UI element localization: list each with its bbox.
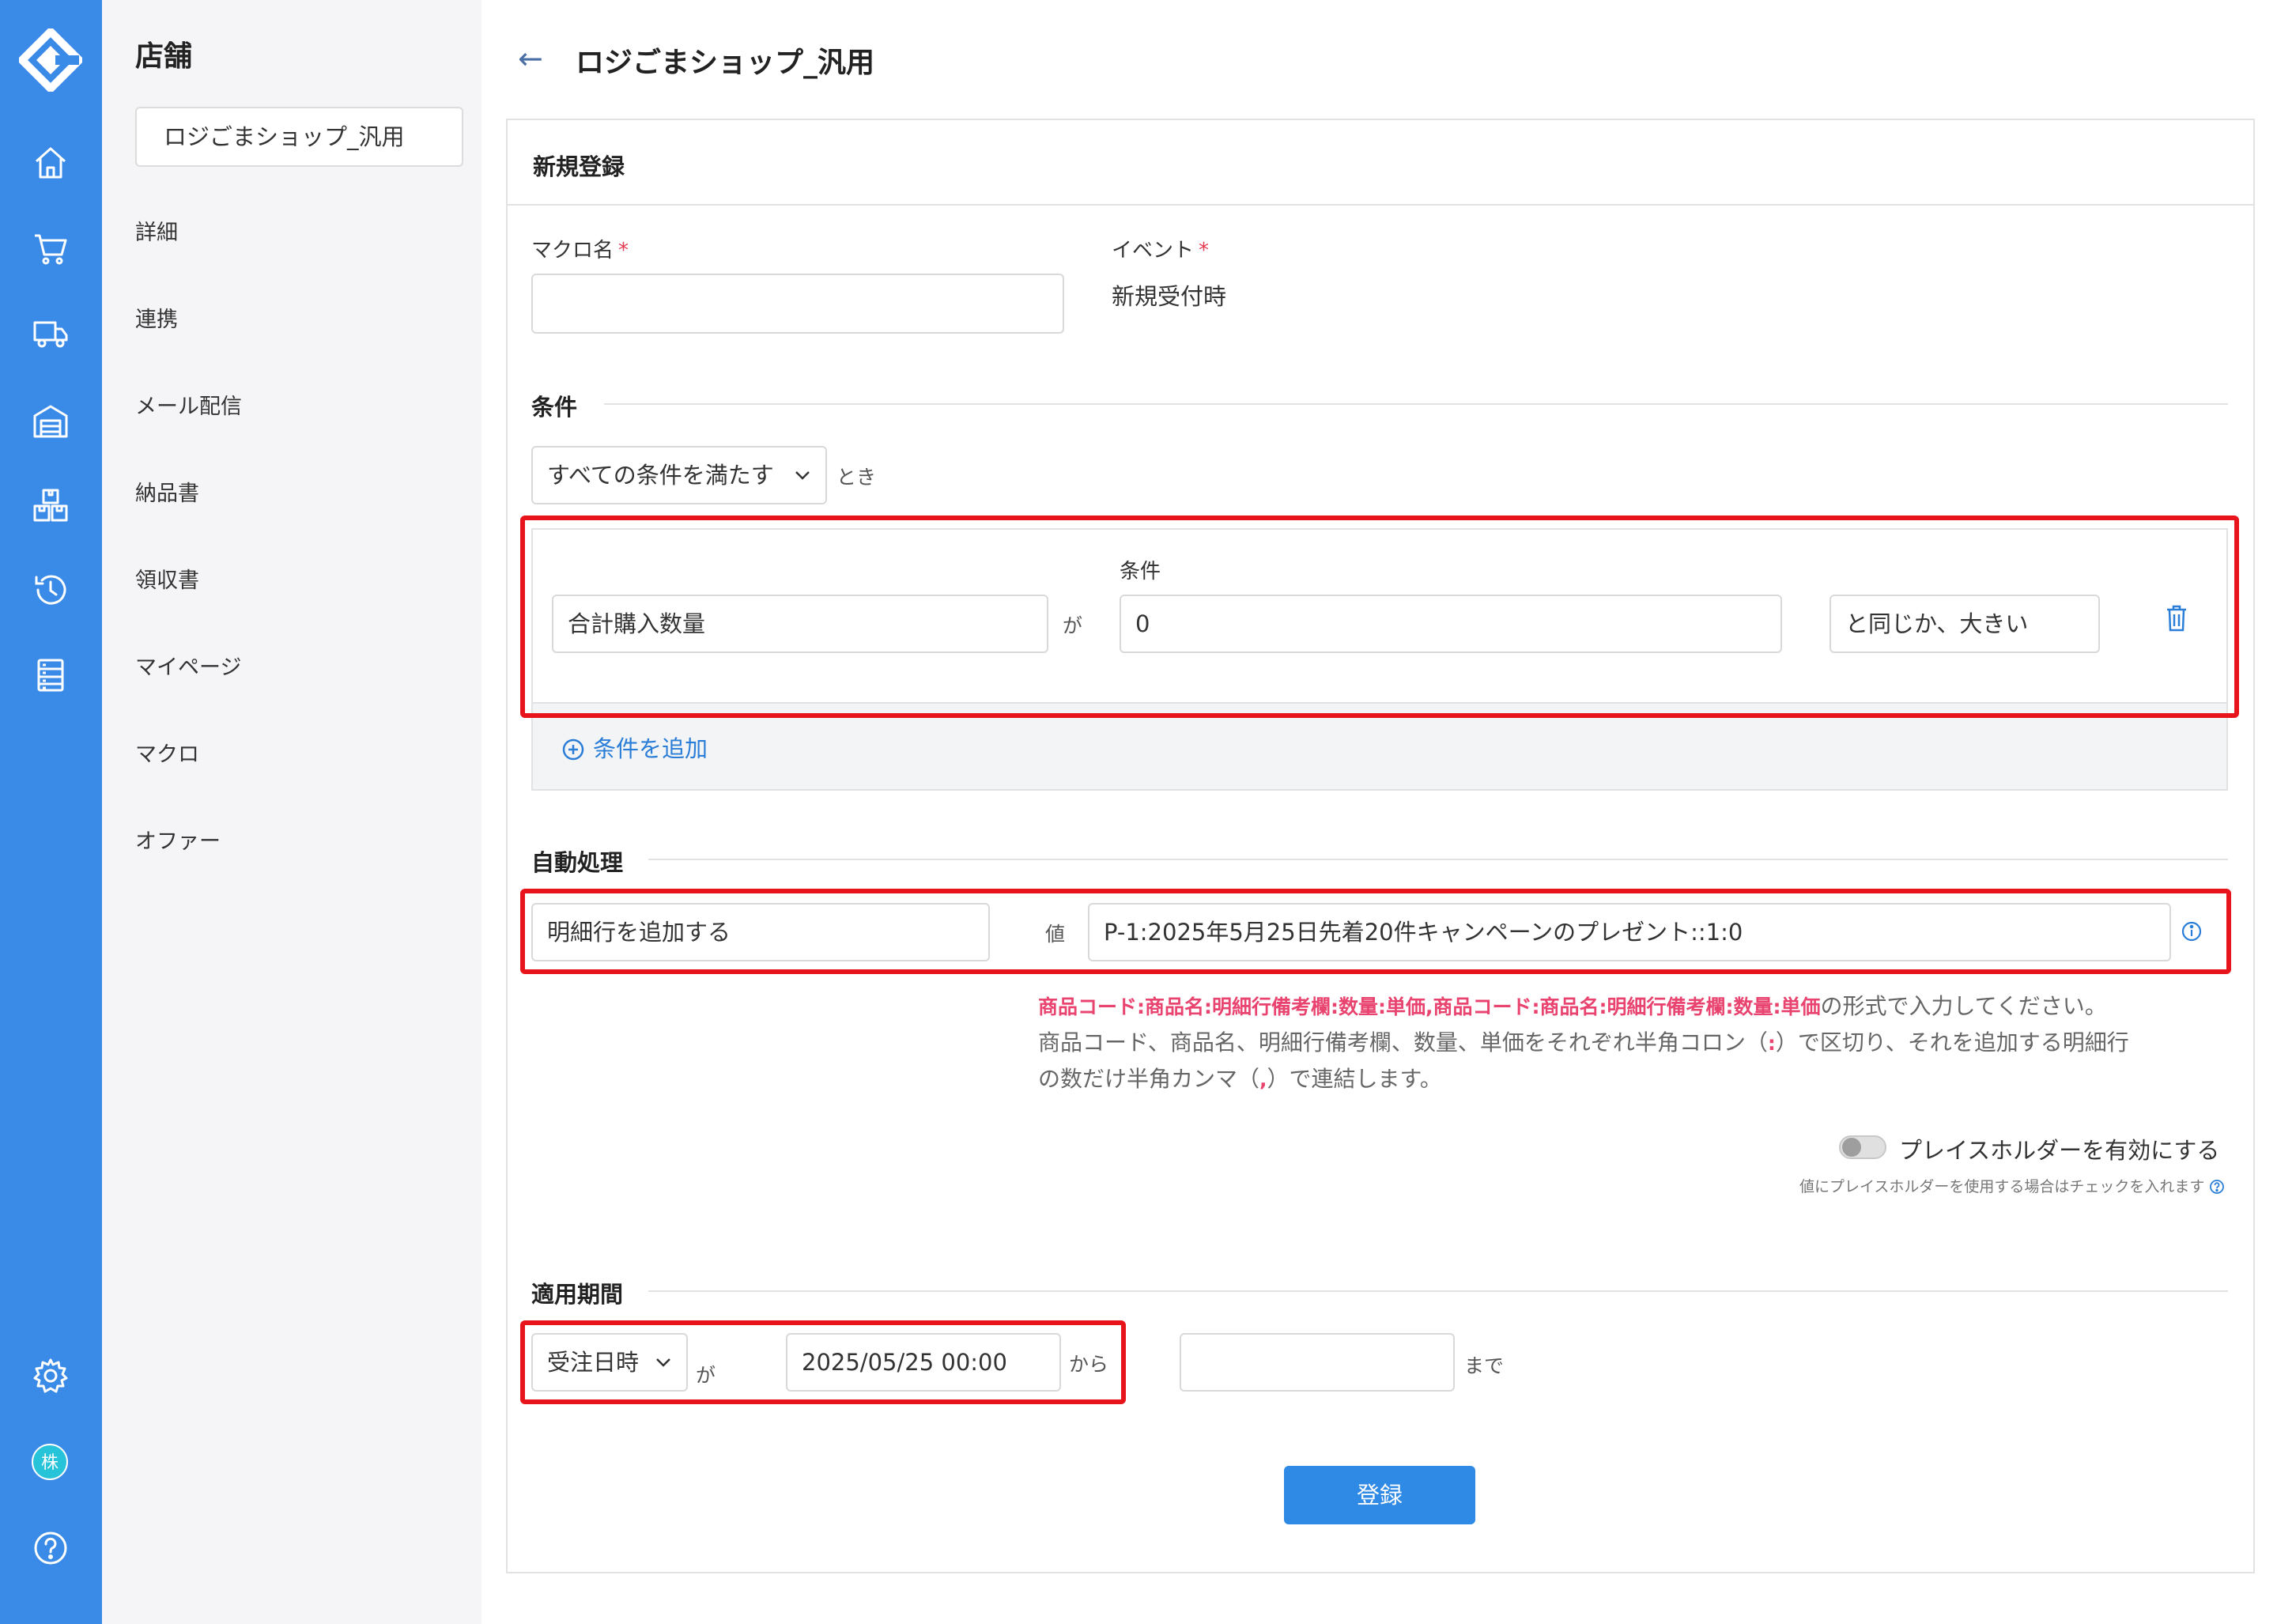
auto-divider — [648, 859, 2228, 860]
auto-value-help-text: 商品コード:商品名:明細行備考欄:数量:単価,商品コード:商品名:明細行備考欄:… — [1038, 993, 2129, 1092]
card-title: 新規登録 — [533, 153, 625, 180]
subnav-item-details[interactable]: 詳細 — [135, 215, 178, 246]
store-subnav: 店舗 ロジごまショップ_汎用 詳細 連携 メール配信 納品書 領収書 マイページ… — [102, 0, 481, 1624]
period-section-title: 適用期間 — [531, 1281, 624, 1308]
placeholder-toggle-label: プレイスホルダーを有効にする — [1899, 1137, 2220, 1164]
subnav-item-receipt[interactable]: 領収書 — [135, 563, 199, 594]
period-highlight-box — [520, 1320, 1126, 1404]
avatar[interactable]: 株 — [32, 1444, 68, 1480]
macro-name-input[interactable] — [531, 274, 1064, 334]
page-title: ロジごまショップ_汎用 — [576, 47, 875, 79]
auto-highlight-box — [520, 889, 2231, 974]
condition-highlight-box — [520, 516, 2239, 718]
subnav-item-integration[interactable]: 連携 — [135, 302, 178, 333]
subnav-item-delivery-note[interactable]: 納品書 — [135, 476, 199, 507]
period-to-suffix: まで — [1464, 1354, 1505, 1377]
help-format: 商品コード:商品名:明細行備考欄:数量:単価,商品コード:商品名:明細行備考欄:… — [1038, 995, 1821, 1018]
register-button[interactable]: 登録 — [1284, 1466, 1475, 1524]
event-value: 新規受付時 — [1112, 283, 1227, 310]
cart-icon[interactable] — [32, 229, 70, 267]
chevron-down-icon — [795, 471, 810, 480]
macro-name-label: マクロ名 * — [531, 239, 629, 262]
home-icon[interactable] — [32, 144, 70, 182]
add-condition-link[interactable]: 条件を追加 — [561, 731, 708, 764]
boxes-icon[interactable] — [32, 487, 70, 525]
condition-match-suffix: とき — [836, 466, 877, 489]
store-selector[interactable]: ロジごまショップ_汎用 — [135, 107, 463, 167]
plus-circle-icon — [562, 738, 584, 761]
period-divider — [648, 1290, 2228, 1292]
auto-section-title: 自動処理 — [531, 849, 624, 876]
logo-icon[interactable] — [19, 28, 82, 92]
condition-match-select[interactable]: すべての条件を満たす — [531, 446, 827, 504]
truck-icon[interactable] — [32, 315, 70, 353]
icon-rail: 株 — [0, 0, 102, 1624]
list-icon[interactable] — [32, 656, 70, 694]
gear-icon[interactable] — [32, 1357, 70, 1395]
toggle-knob — [1842, 1138, 1861, 1157]
back-arrow-icon[interactable]: ← — [518, 41, 543, 76]
warehouse-icon[interactable] — [32, 402, 70, 440]
card-header: 新規登録 — [508, 120, 2253, 206]
conditions-section-title: 条件 — [531, 394, 578, 421]
question-circle-icon — [2210, 1180, 2225, 1194]
subnav-item-mypage[interactable]: マイページ — [135, 650, 241, 681]
help-icon[interactable] — [32, 1529, 70, 1567]
placeholder-toggle[interactable] — [1839, 1135, 1886, 1159]
event-label: イベント * — [1112, 239, 1210, 262]
history-icon[interactable] — [32, 571, 70, 609]
period-to-input[interactable] — [1180, 1333, 1455, 1392]
subnav-item-mail[interactable]: メール配信 — [135, 389, 242, 420]
subnav-item-macro[interactable]: マクロ — [135, 737, 199, 768]
placeholder-note: 値にプレイスホルダーを使用する場合はチェックを入れます — [1799, 1175, 2225, 1196]
subnav-title: 店舗 — [135, 40, 193, 73]
conditions-divider — [604, 403, 2228, 405]
subnav-item-offer[interactable]: オファー — [135, 824, 221, 855]
